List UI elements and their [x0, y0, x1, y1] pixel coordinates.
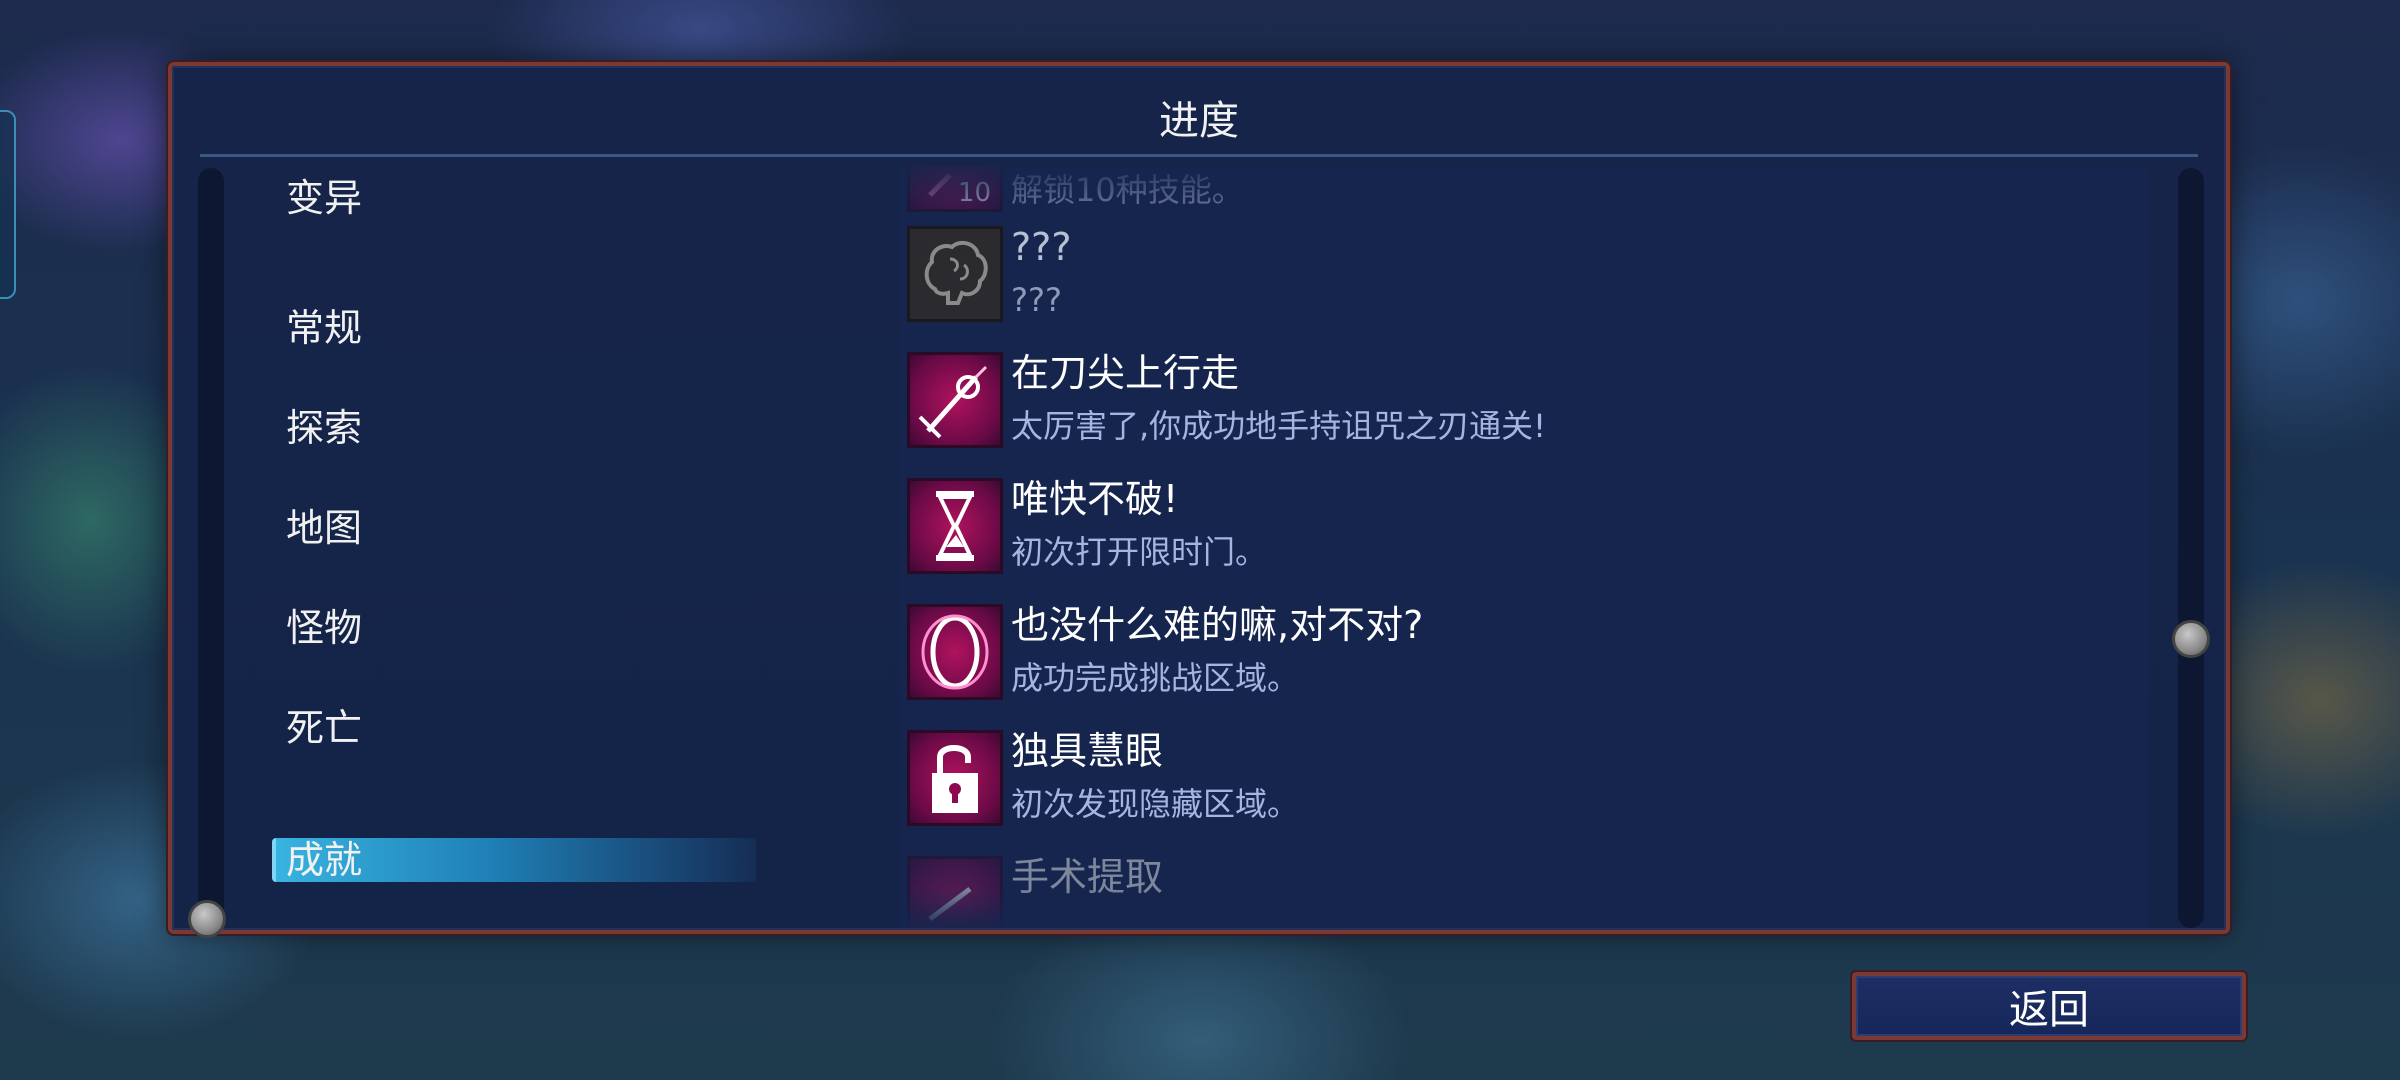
- achievement-item[interactable]: 10 解锁10种技能。: [907, 166, 2147, 216]
- back-button[interactable]: 返回: [1850, 970, 2248, 1042]
- category-mutations[interactable]: 变异: [286, 176, 362, 220]
- achievement-name: ???: [1011, 225, 1072, 269]
- achievement-name: 手术提取: [1011, 855, 1164, 899]
- achievement-item[interactable]: 在刀尖上行走 太厉害了,你成功地手持诅咒之刃通关!: [907, 351, 2147, 452]
- achievement-scrollbar[interactable]: [2178, 168, 2204, 928]
- achievement-name: 独具慧眼: [1011, 729, 1164, 773]
- skill-unlock-icon: 10: [907, 166, 1003, 212]
- achievement-desc: 太厉害了,你成功地手持诅咒之刃通关!: [1011, 407, 1547, 445]
- achievement-desc: 初次发现隐藏区域。: [1011, 785, 1300, 823]
- skill-count-badge: 10: [958, 178, 991, 208]
- achievement-desc: ???: [1011, 281, 1062, 319]
- cursed-sword-icon: [907, 352, 1003, 448]
- achievement-desc: 解锁10种技能。: [1011, 171, 1244, 209]
- achievement-name: 也没什么难的嘛,对不对?: [1011, 603, 1424, 647]
- hourglass-icon: [907, 478, 1003, 574]
- achievement-desc: 初次打开限时门。: [1011, 533, 1268, 571]
- achievement-name: 在刀尖上行走: [1011, 351, 1240, 395]
- achievement-item[interactable]: 也没什么难的嘛,对不对? 成功完成挑战区域。: [907, 603, 2147, 704]
- achievement-item[interactable]: 唯快不破! 初次打开限时门。: [907, 477, 2147, 578]
- category-scroll-knob[interactable]: [188, 900, 226, 938]
- achievement-name: 唯快不破!: [1011, 477, 1179, 521]
- progress-panel: 进度 变异 常规 探索 地图 怪物 死亡 成就 10 解锁10种技能。 ??? …: [166, 60, 2232, 938]
- category-list: 变异 常规 探索 地图 怪物 死亡 成就: [172, 66, 812, 930]
- unlock-padlock-icon: [907, 730, 1003, 826]
- category-monsters[interactable]: 怪物: [286, 606, 362, 650]
- achievement-item[interactable]: 独具慧眼 初次发现隐藏区域。: [907, 729, 2147, 830]
- achievement-item[interactable]: 手术提取: [907, 855, 2147, 928]
- brain-icon: [907, 226, 1003, 322]
- category-map[interactable]: 地图: [286, 506, 362, 550]
- side-edge-tab[interactable]: [0, 110, 16, 299]
- surgery-icon: [907, 856, 1003, 928]
- achievement-desc: 成功完成挑战区域。: [1011, 659, 1300, 697]
- challenge-ring-icon: [907, 604, 1003, 700]
- achievement-list[interactable]: 10 解锁10种技能。 ??? ??? 在刀尖上行走 太厉害了,你成功地手持诅咒…: [899, 166, 2149, 928]
- category-achievements[interactable]: 成就: [286, 838, 362, 882]
- category-general[interactable]: 常规: [286, 306, 362, 350]
- category-deaths[interactable]: 死亡: [286, 706, 362, 750]
- achievement-item[interactable]: ??? ???: [907, 225, 2147, 326]
- achievement-scroll-knob[interactable]: [2172, 620, 2210, 658]
- category-exploration[interactable]: 探索: [286, 406, 362, 450]
